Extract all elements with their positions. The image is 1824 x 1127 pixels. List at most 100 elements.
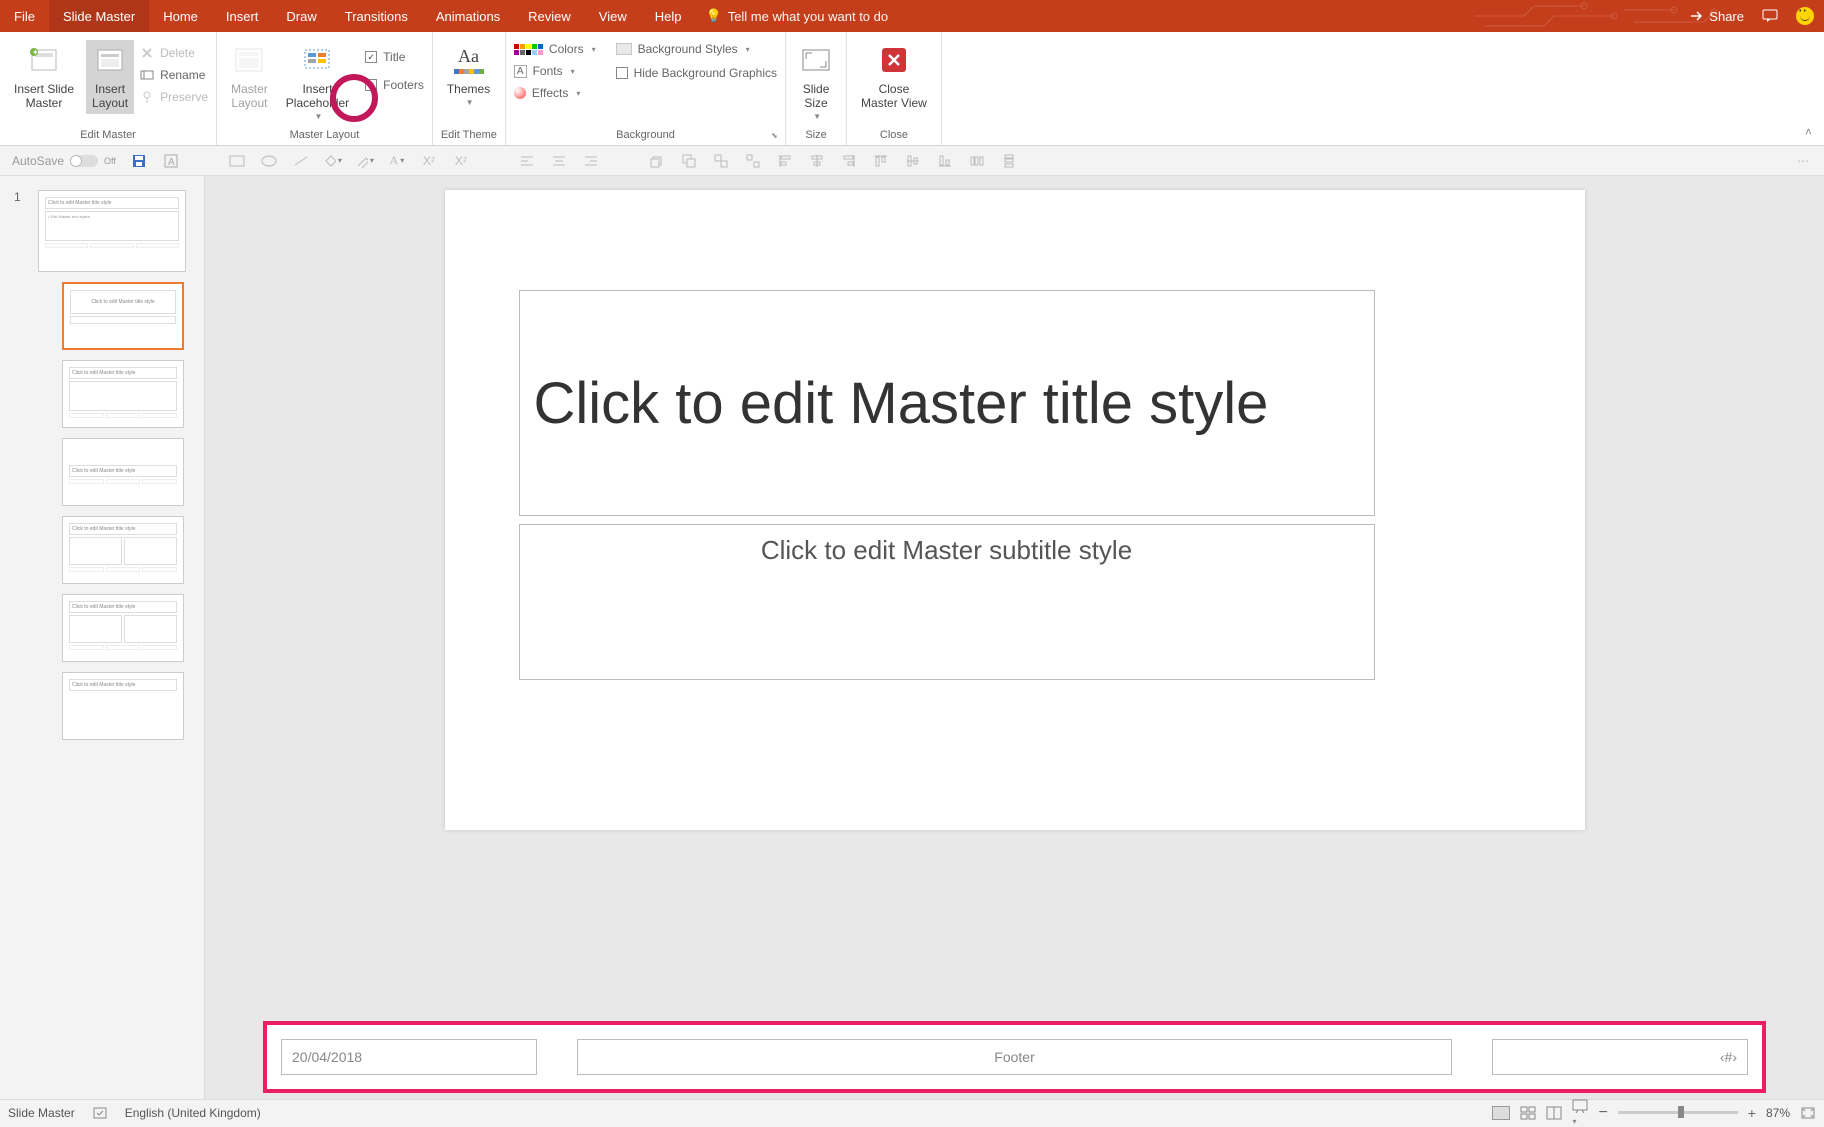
layout-thumbnail-3[interactable]: Click to edit Master title style (0, 438, 204, 506)
superscript-icon[interactable]: X2 (452, 152, 470, 170)
layout-thumbnail-1[interactable]: Click to edit Master title style (0, 282, 204, 350)
master-layout-button[interactable]: Master Layout (225, 40, 274, 114)
title-placeholder-text: Click to edit Master title style (534, 370, 1269, 437)
fonts-button[interactable]: A Fonts ▾ (514, 62, 596, 80)
send-backward-icon[interactable] (680, 152, 698, 170)
shape-outline-icon[interactable]: ▾ (356, 152, 374, 170)
align-left-icon[interactable] (518, 152, 536, 170)
layout-thumbnail-5[interactable]: Click to edit Master title style (0, 594, 204, 662)
shape-fill-icon[interactable]: ▾ (324, 152, 342, 170)
fit-to-window-button[interactable] (1800, 1106, 1816, 1120)
tab-view[interactable]: View (585, 0, 641, 32)
slide-size-button[interactable]: Slide Size ▼ (794, 40, 838, 125)
preserve-button[interactable]: Preserve (140, 88, 208, 106)
align-center-icon[interactable] (550, 152, 568, 170)
distribute-vertical-icon[interactable] (1000, 152, 1018, 170)
zoom-in-button[interactable]: + (1748, 1105, 1756, 1121)
distribute-horizontal-icon[interactable] (968, 152, 986, 170)
titlebar: File Slide Master Home Insert Draw Trans… (0, 0, 1824, 32)
autosave-toggle-switch[interactable] (70, 155, 98, 167)
effects-button[interactable]: Effects ▾ (514, 84, 596, 102)
close-master-view-button[interactable]: Close Master View (855, 40, 933, 114)
title-checkbox-row[interactable]: ✓ Title (365, 48, 424, 66)
close-master-view-label: Close Master View (861, 82, 927, 110)
layout-thumbnail-4[interactable]: Click to edit Master title style (0, 516, 204, 584)
subtitle-placeholder[interactable]: Click to edit Master subtitle style (519, 524, 1375, 680)
statusbar: Slide Master English (United Kingdom) ▾ … (0, 1099, 1824, 1125)
align-objects-bottom-icon[interactable] (936, 152, 954, 170)
align-objects-left-icon[interactable] (776, 152, 794, 170)
colors-button[interactable]: Colors ▾ (514, 40, 596, 58)
group-label-edit-master: Edit Master (8, 127, 208, 145)
line-shape-icon[interactable] (292, 152, 310, 170)
tab-insert[interactable]: Insert (212, 0, 273, 32)
tab-animations[interactable]: Animations (422, 0, 514, 32)
align-objects-middle-icon[interactable] (904, 152, 922, 170)
tab-transitions[interactable]: Transitions (331, 0, 422, 32)
zoom-out-button[interactable]: − (1598, 1104, 1607, 1122)
text-box-icon[interactable]: A (162, 152, 180, 170)
reading-view-button[interactable] (1546, 1106, 1562, 1120)
bring-forward-icon[interactable] (648, 152, 666, 170)
background-dialog-launcher[interactable]: ⬊ (771, 131, 781, 141)
slideshow-view-button[interactable]: ▾ (1572, 1099, 1588, 1127)
delete-button[interactable]: Delete (140, 44, 208, 62)
master-thumbnail[interactable]: 1 Click to edit Master title style • Edi… (0, 190, 204, 272)
slide-sorter-view-button[interactable] (1520, 1106, 1536, 1120)
insert-layout-icon (94, 44, 126, 76)
share-button[interactable]: Share (1689, 9, 1744, 24)
insert-layout-button[interactable]: Insert Layout (86, 40, 134, 114)
tell-me-search[interactable]: 💡 Tell me what you want to do (706, 8, 889, 24)
title-checkbox[interactable]: ✓ (365, 51, 377, 63)
oval-shape-icon[interactable] (260, 152, 278, 170)
preserve-label: Preserve (160, 90, 208, 104)
tab-draw[interactable]: Draw (272, 0, 330, 32)
align-objects-center-icon[interactable] (808, 152, 826, 170)
feedback-smiley-icon[interactable] (1796, 7, 1814, 25)
spell-check-indicator[interactable] (93, 1106, 107, 1120)
zoom-level[interactable]: 87% (1766, 1106, 1790, 1120)
tab-home[interactable]: Home (149, 0, 212, 32)
rectangle-shape-icon[interactable] (228, 152, 246, 170)
insert-slide-master-button[interactable]: ✦ Insert Slide Master (8, 40, 80, 114)
ungroup-icon[interactable] (744, 152, 762, 170)
comments-icon[interactable] (1762, 9, 1778, 23)
annotation-footer-highlight: 20/04/2018 Footer ‹#› (263, 1021, 1766, 1093)
hide-background-checkbox-row[interactable]: Hide Background Graphics (616, 64, 777, 82)
tell-me-label: Tell me what you want to do (728, 9, 888, 24)
tab-slide-master[interactable]: Slide Master (49, 0, 149, 32)
align-right-icon[interactable] (582, 152, 600, 170)
tab-review[interactable]: Review (514, 0, 585, 32)
rename-button[interactable]: Rename (140, 66, 208, 84)
group-icon[interactable] (712, 152, 730, 170)
slide-number-placeholder[interactable]: ‹#› (1492, 1039, 1748, 1075)
tab-help[interactable]: Help (641, 0, 696, 32)
themes-button[interactable]: Aa Themes ▼ (441, 40, 496, 111)
background-styles-label: Background Styles (638, 42, 738, 56)
tab-file[interactable]: File (0, 0, 49, 32)
align-objects-top-icon[interactable] (872, 152, 890, 170)
insert-slide-master-icon: ✦ (28, 44, 60, 76)
subscript-icon[interactable]: X2 (420, 152, 438, 170)
hide-background-checkbox[interactable] (616, 67, 628, 79)
zoom-slider[interactable] (1618, 1111, 1738, 1114)
date-placeholder[interactable]: 20/04/2018 (281, 1039, 537, 1075)
align-objects-right-icon[interactable] (840, 152, 858, 170)
save-button[interactable] (130, 152, 148, 170)
layout-thumbnail-6[interactable]: Click to edit Master title style (0, 672, 204, 740)
collapse-ribbon-button[interactable]: ˄ (1805, 125, 1812, 139)
title-placeholder[interactable]: Click to edit Master title style (519, 290, 1375, 516)
layout-thumbnail-2[interactable]: Click to edit Master title style (0, 360, 204, 428)
background-styles-button[interactable]: Background Styles ▾ (616, 40, 777, 58)
insert-layout-label: Insert Layout (92, 82, 128, 110)
thumb-layout-title: Click to edit Master title style (69, 367, 177, 379)
autosave-toggle[interactable]: AutoSave Off (12, 154, 116, 168)
normal-view-button[interactable] (1492, 1106, 1510, 1120)
more-commands-icon[interactable]: ⋯ (1794, 152, 1812, 170)
font-color-icon[interactable]: A▾ (388, 152, 406, 170)
footer-placeholder[interactable]: Footer (577, 1039, 1452, 1075)
preserve-pin-icon (140, 90, 154, 104)
autosave-state: Off (104, 156, 116, 166)
slide-canvas-area[interactable]: Click to edit Master title style Click t… (205, 176, 1824, 1099)
status-language[interactable]: English (United Kingdom) (125, 1106, 261, 1120)
